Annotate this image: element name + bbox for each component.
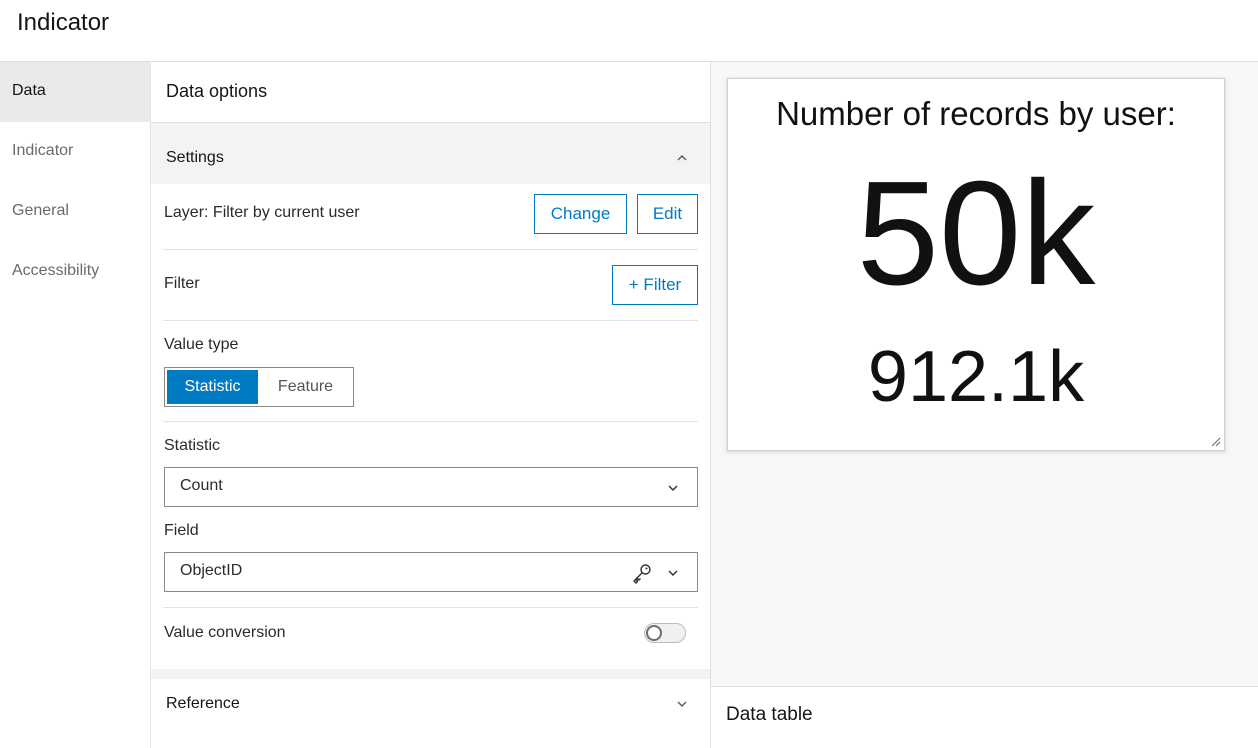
filter-label: Filter (164, 275, 200, 292)
toggle-knob (646, 625, 662, 641)
resize-handle-icon[interactable] (1211, 437, 1221, 447)
filter-row: Filter + Filter (163, 250, 698, 321)
data-table-label: Data table (726, 704, 813, 725)
nav-item-indicator[interactable]: Indicator (0, 122, 150, 182)
section-spacer (151, 669, 710, 679)
statistic-label: Statistic (164, 437, 221, 454)
reference-section-header[interactable]: Reference (151, 679, 710, 730)
change-layer-button[interactable]: Change (534, 194, 627, 234)
value-type-label: Value type (164, 336, 239, 353)
indicator-top-value: 50k (856, 151, 1096, 316)
chevron-down-icon (668, 485, 678, 492)
section-spacer (151, 123, 710, 133)
field-select-value: ObjectID (180, 562, 243, 579)
value-type-feature-option[interactable]: Feature (258, 370, 353, 404)
nav-item-general[interactable]: General (0, 182, 150, 242)
value-type-row: Value type Statistic Feature (163, 321, 698, 422)
data-table-bar[interactable]: Data table (711, 686, 1258, 748)
data-options-panel: Data options Settings Layer: Filter by c… (151, 62, 711, 748)
nav-item-data[interactable]: Data (0, 62, 150, 122)
settings-section-title: Settings (166, 149, 224, 166)
chevron-down-icon (668, 570, 678, 577)
chevron-up-icon (677, 155, 687, 161)
field-label: Field (164, 522, 199, 539)
value-conversion-row: Value conversion (163, 608, 698, 669)
statistic-field-row: Statistic Count Field ObjectID (163, 422, 698, 608)
add-filter-button[interactable]: + Filter (612, 265, 698, 305)
indicator-card: Number of records by user: 50k 912.1k (727, 78, 1225, 451)
value-type-statistic-option[interactable]: Statistic (167, 370, 258, 404)
layer-row: Layer: Filter by current user Change Edi… (163, 184, 698, 250)
statistic-select[interactable]: Count (164, 467, 698, 507)
indicator-title: Number of records by user: (776, 95, 1176, 132)
chevron-down-icon (677, 701, 687, 707)
field-select[interactable]: ObjectID (164, 552, 698, 592)
settings-nav: Data Indicator General Accessibility (0, 62, 151, 748)
settings-section-header[interactable]: Settings (151, 133, 710, 184)
panel-title: Data options (151, 62, 710, 123)
nav-item-accessibility[interactable]: Accessibility (0, 242, 150, 302)
reference-section-title: Reference (166, 695, 240, 712)
layer-label: Layer: Filter by current user (164, 204, 360, 221)
indicator-preview-area: Number of records by user: 50k 912.1k (711, 62, 1258, 686)
edit-layer-button[interactable]: Edit (637, 194, 698, 234)
value-type-segmented-control: Statistic Feature (164, 367, 354, 407)
value-conversion-label: Value conversion (164, 624, 286, 641)
indicator-bottom-value: 912.1k (867, 337, 1085, 417)
app-title: Indicator (17, 9, 110, 36)
value-conversion-toggle[interactable] (644, 623, 686, 643)
key-icon (633, 564, 651, 584)
app-header: Indicator (0, 0, 1258, 62)
statistic-select-value: Count (180, 477, 223, 494)
settings-section-body: Layer: Filter by current user Change Edi… (151, 184, 710, 669)
